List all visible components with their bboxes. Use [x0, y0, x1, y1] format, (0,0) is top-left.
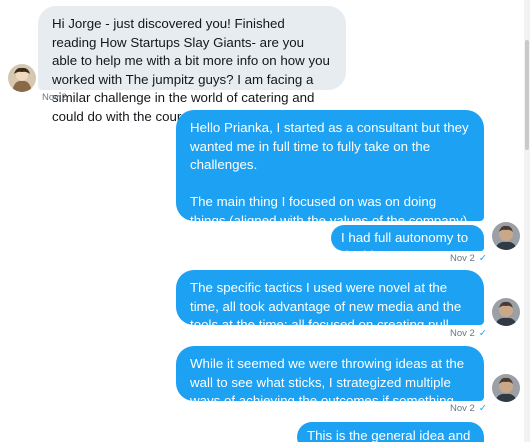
- message-timestamp: Nov 2 ✓: [450, 328, 487, 339]
- conversation-thread: Hi Jorge - just discovered you! Finished…: [0, 0, 530, 442]
- message-bubble-outgoing: Hello Prianka, I started as a consultant…: [176, 110, 484, 283]
- self-avatar[interactable]: [492, 222, 520, 250]
- message-timestamp: Nov 2 ✓: [450, 253, 487, 264]
- self-avatar[interactable]: [492, 374, 520, 402]
- sender-avatar[interactable]: [8, 64, 36, 92]
- message-bubble-outgoing: While it seemed we were throwing ideas a…: [176, 346, 484, 427]
- checkmark-icon: ✓: [478, 403, 487, 414]
- message-timestamp: Nov 2 ✓: [450, 403, 487, 414]
- message-timestamp: Nov 2: [42, 92, 67, 103]
- scrollbar-track[interactable]: [524, 0, 530, 442]
- checkmark-icon: ✓: [478, 253, 487, 264]
- self-avatar[interactable]: [492, 298, 520, 326]
- checkmark-icon: ✓: [478, 328, 487, 339]
- message-bubble-incoming: Hi Jorge - just discovered you! Finished…: [38, 6, 346, 124]
- message-bubble-outgoing: The specific tactics I used were novel a…: [176, 270, 484, 351]
- scrollbar-thumb[interactable]: [525, 40, 529, 150]
- message-bubble-outgoing: I had full autonomy to do this.: [331, 225, 484, 263]
- message-bubble-outgoing: This is the general idea and principles.: [297, 422, 484, 442]
